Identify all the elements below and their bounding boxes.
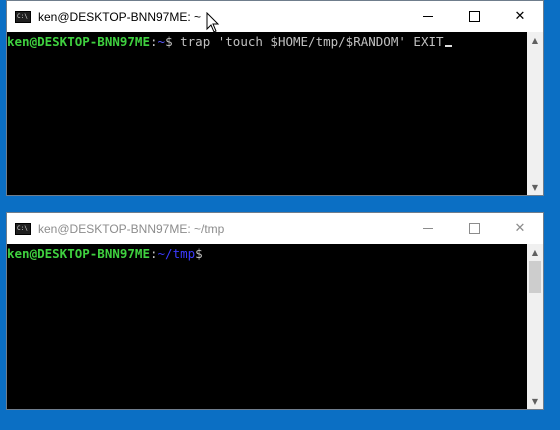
vertical-scrollbar[interactable]: ▲ ▼ — [527, 244, 543, 409]
terminal-output[interactable]: ken@DESKTOP-BNN97ME:~/tmp$ — [7, 244, 527, 409]
prompt-dollar: $ — [165, 34, 173, 49]
terminal-output[interactable]: ken@DESKTOP-BNN97ME:~$ trap 'touch $HOME… — [7, 32, 527, 195]
window-controls: ✕ — [405, 1, 543, 32]
minimize-icon — [423, 228, 433, 229]
terminal-window-home[interactable]: ken@DESKTOP-BNN97ME: ~ ✕ ken@DESKTOP-BNN… — [6, 0, 544, 196]
maximize-icon — [468, 11, 480, 22]
scroll-down-arrow-icon[interactable]: ▼ — [527, 179, 543, 195]
minimize-icon — [423, 16, 433, 17]
vertical-scrollbar[interactable]: ▲ ▼ — [527, 32, 543, 195]
scroll-down-arrow-icon[interactable]: ▼ — [527, 393, 543, 409]
scroll-up-arrow-icon[interactable]: ▲ — [527, 32, 543, 48]
window-controls: ✕ — [405, 213, 543, 244]
prompt-dollar: $ — [195, 246, 203, 261]
terminal-app-icon[interactable] — [15, 222, 31, 235]
maximize-icon — [468, 223, 480, 234]
terminal-app-icon[interactable] — [15, 10, 31, 23]
maximize-button[interactable] — [451, 213, 497, 244]
prompt-path: ~ — [157, 34, 166, 49]
title-bar[interactable]: ken@DESKTOP-BNN97ME: ~/tmp ✕ — [7, 213, 543, 244]
command-text: trap 'touch $HOME/tmp/$RANDOM' EXIT — [172, 34, 444, 49]
minimize-button[interactable] — [405, 213, 451, 244]
mouse-pointer-icon — [206, 12, 220, 33]
close-icon: ✕ — [514, 221, 526, 236]
close-icon: ✕ — [514, 9, 526, 24]
prompt-user-host: ken@DESKTOP-BNN97ME — [7, 246, 150, 261]
maximize-button[interactable] — [451, 1, 497, 32]
minimize-button[interactable] — [405, 1, 451, 32]
prompt-colon: : — [150, 246, 158, 261]
prompt-user-host: ken@DESKTOP-BNN97ME — [7, 34, 150, 49]
terminal-window-tmp[interactable]: ken@DESKTOP-BNN97ME: ~/tmp ✕ ken@DESKTOP… — [6, 212, 544, 410]
window-title: ken@DESKTOP-BNN97ME: ~/tmp — [38, 221, 225, 236]
window-title: ken@DESKTOP-BNN97ME: ~ — [38, 9, 202, 24]
close-button[interactable]: ✕ — [497, 1, 543, 32]
scroll-up-arrow-icon[interactable]: ▲ — [527, 244, 543, 260]
prompt-colon: : — [150, 34, 158, 49]
scrollbar-thumb[interactable] — [529, 261, 541, 293]
text-cursor — [444, 45, 452, 47]
title-bar[interactable]: ken@DESKTOP-BNN97ME: ~ ✕ — [7, 1, 543, 32]
prompt-path: ~/tmp — [157, 246, 196, 261]
close-button[interactable]: ✕ — [497, 213, 543, 244]
